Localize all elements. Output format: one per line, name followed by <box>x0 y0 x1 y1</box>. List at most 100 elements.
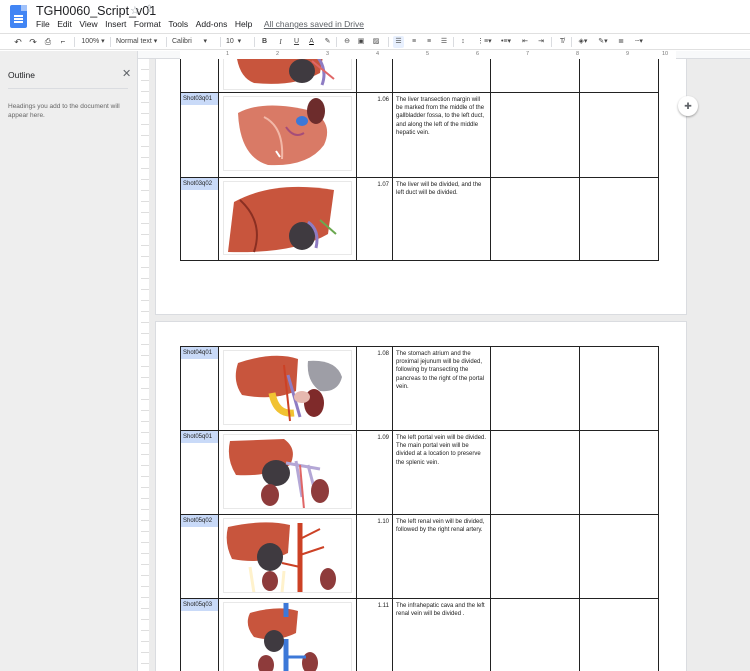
align-left-icon[interactable]: ☰ <box>393 36 404 48</box>
shot-number: 1.11 <box>356 598 393 671</box>
menu-insert[interactable]: Insert <box>105 19 126 29</box>
ruler-tick: 3 <box>326 51 330 57</box>
style-select[interactable]: Normal text ▾ <box>116 36 164 48</box>
italic-button[interactable]: I <box>276 36 285 48</box>
ruler-tick: 6 <box>476 51 480 57</box>
table-row: Shot05q02 1.10 The left renal vein will … <box>180 514 659 599</box>
document-page: Shot04q01 1.08 The stomach atrium and th… <box>155 321 687 671</box>
bulleted-list-icon[interactable]: •≡▾ <box>499 36 513 48</box>
shot-table: Shot03q01 1.06 The liver transection mar… <box>180 59 659 261</box>
shot-label: Shot03q02 <box>181 178 218 191</box>
border-color-icon[interactable]: ✎▾ <box>596 36 610 48</box>
ruler-tick: 8 <box>576 51 580 57</box>
shot-description[interactable]: The infrahepatic cava and the left renal… <box>392 598 491 671</box>
table-row: Shot03q01 1.06 The liver transection mar… <box>180 92 659 178</box>
ruler-tick: 1 <box>226 51 230 57</box>
table-row: Shot04q01 1.08 The stomach atrium and th… <box>180 346 659 431</box>
outline-title: Outline <box>8 70 35 80</box>
shot-label: Shot03q01 <box>181 93 218 106</box>
close-icon[interactable]: ✕ <box>122 67 131 80</box>
cell-fill-icon[interactable]: ◈▾ <box>576 36 590 48</box>
shot-number: 1.08 <box>356 346 393 431</box>
shot-number: 1.06 <box>356 92 393 178</box>
highlight-icon[interactable]: ✎ <box>323 36 332 48</box>
anatomy-image[interactable] <box>223 434 352 509</box>
outline-panel: Outline ✕ Headings you add to the docume… <box>0 51 138 671</box>
font-select[interactable]: Calibri ▾ <box>172 36 218 48</box>
link-icon[interactable]: ⊖ <box>342 36 352 48</box>
shot-description[interactable]: The left portal vein will be divided. Th… <box>392 430 491 515</box>
font-size-select[interactable]: 10 ▾ <box>226 36 250 48</box>
justify-icon[interactable]: ☰ <box>439 36 449 48</box>
divider <box>8 88 128 89</box>
menu-tools[interactable]: Tools <box>168 19 188 29</box>
align-right-icon[interactable]: ≡ <box>424 36 434 48</box>
anatomy-image[interactable] <box>223 518 352 593</box>
increase-indent-icon[interactable]: ⇥ <box>536 36 546 48</box>
title-bar: TGH0060_Script_v01 ☆ ⇪ File Edit View In… <box>0 0 750 32</box>
border-dash-icon[interactable]: ┄▾ <box>632 36 646 48</box>
menu-edit[interactable]: Edit <box>57 19 72 29</box>
menu-help[interactable]: Help <box>235 19 252 29</box>
shot-label: Shot05q03 <box>181 599 218 612</box>
move-to-folder-icon[interactable]: ⇪ <box>145 4 153 15</box>
image-icon[interactable]: ▨ <box>370 36 382 48</box>
anatomy-image[interactable] <box>223 181 352 255</box>
table-row: Shot03q02 1.07 The liver will be divided… <box>180 177 659 261</box>
anatomy-image[interactable] <box>223 350 352 425</box>
document-canvas[interactable]: Shot03q01 1.06 The liver transection mar… <box>149 59 750 671</box>
outline-hint: Headings you add to the document will ap… <box>8 103 120 119</box>
ruler-tick: 2 <box>276 51 280 57</box>
text-color-button[interactable]: A <box>307 36 316 48</box>
shot-number: 1.07 <box>356 177 393 261</box>
zoom-select[interactable]: 100% ▾ <box>80 36 106 48</box>
add-comment-icon[interactable]: ✚ <box>678 96 698 116</box>
shot-label: Shot04q01 <box>181 347 218 360</box>
menu-file[interactable]: File <box>36 19 50 29</box>
vertical-ruler[interactable] <box>141 59 149 671</box>
docs-logo-icon[interactable] <box>10 5 27 28</box>
menu-bar: File Edit View Insert Format Tools Add-o… <box>36 19 372 29</box>
redo-icon[interactable]: ↷ <box>28 36 38 48</box>
shot-label: Shot05q01 <box>181 431 218 444</box>
comment-icon[interactable]: ▣ <box>356 36 366 48</box>
star-icon[interactable]: ☆ <box>130 4 140 17</box>
paint-format-icon[interactable]: ⌐ <box>58 36 68 48</box>
table-row <box>180 59 659 93</box>
save-status-link[interactable]: All changes saved in Drive <box>264 19 364 29</box>
font-size-value: 10 <box>226 38 234 45</box>
underline-button[interactable]: U <box>292 36 301 48</box>
anatomy-image[interactable] <box>223 59 352 90</box>
menu-view[interactable]: View <box>79 19 97 29</box>
ruler-tick: 7 <box>526 51 530 57</box>
align-center-icon[interactable]: ≡ <box>409 36 419 48</box>
print-icon[interactable]: ⎙ <box>43 36 53 48</box>
shot-description[interactable]: The stomach atrium and the proximal jeju… <box>392 346 491 431</box>
shot-description[interactable]: The liver will be divided, and the left … <box>392 177 491 261</box>
ruler-tick: 9 <box>626 51 630 57</box>
zoom-value: 100% <box>81 38 100 45</box>
horizontal-ruler[interactable]: 1 2 3 4 5 6 7 8 9 10 <box>138 51 750 59</box>
line-spacing-icon[interactable]: ↕ <box>458 36 468 48</box>
anatomy-image[interactable] <box>223 96 352 171</box>
shot-description[interactable]: The left renal vein will be divided, fol… <box>392 514 491 599</box>
menu-format[interactable]: Format <box>134 19 161 29</box>
shot-table: Shot04q01 1.08 The stomach atrium and th… <box>180 346 659 671</box>
ruler-tick: 5 <box>426 51 430 57</box>
menu-addons[interactable]: Add-ons <box>196 19 228 29</box>
numbered-list-icon[interactable]: ⋮≡▾ <box>477 36 492 48</box>
table-row: Shot05q01 1.09 The left portal vein will… <box>180 430 659 515</box>
shot-description[interactable]: The liver transection margin will be mar… <box>392 92 491 178</box>
shot-number: 1.09 <box>356 430 393 515</box>
shot-number: 1.10 <box>356 514 393 599</box>
decrease-indent-icon[interactable]: ⇤ <box>520 36 530 48</box>
font-value: Calibri <box>172 38 192 45</box>
clear-formatting-icon[interactable]: T̸ <box>557 36 567 48</box>
border-width-icon[interactable]: ≣ <box>616 36 626 48</box>
bold-button[interactable]: B <box>260 36 269 48</box>
ruler-tick: 4 <box>376 51 380 57</box>
undo-icon[interactable]: ↶ <box>13 36 23 48</box>
ruler-tick: 10 <box>662 51 669 57</box>
table-row: Shot05q03 1.11 The infrahepatic cava and… <box>180 598 659 671</box>
anatomy-image[interactable] <box>223 602 352 671</box>
